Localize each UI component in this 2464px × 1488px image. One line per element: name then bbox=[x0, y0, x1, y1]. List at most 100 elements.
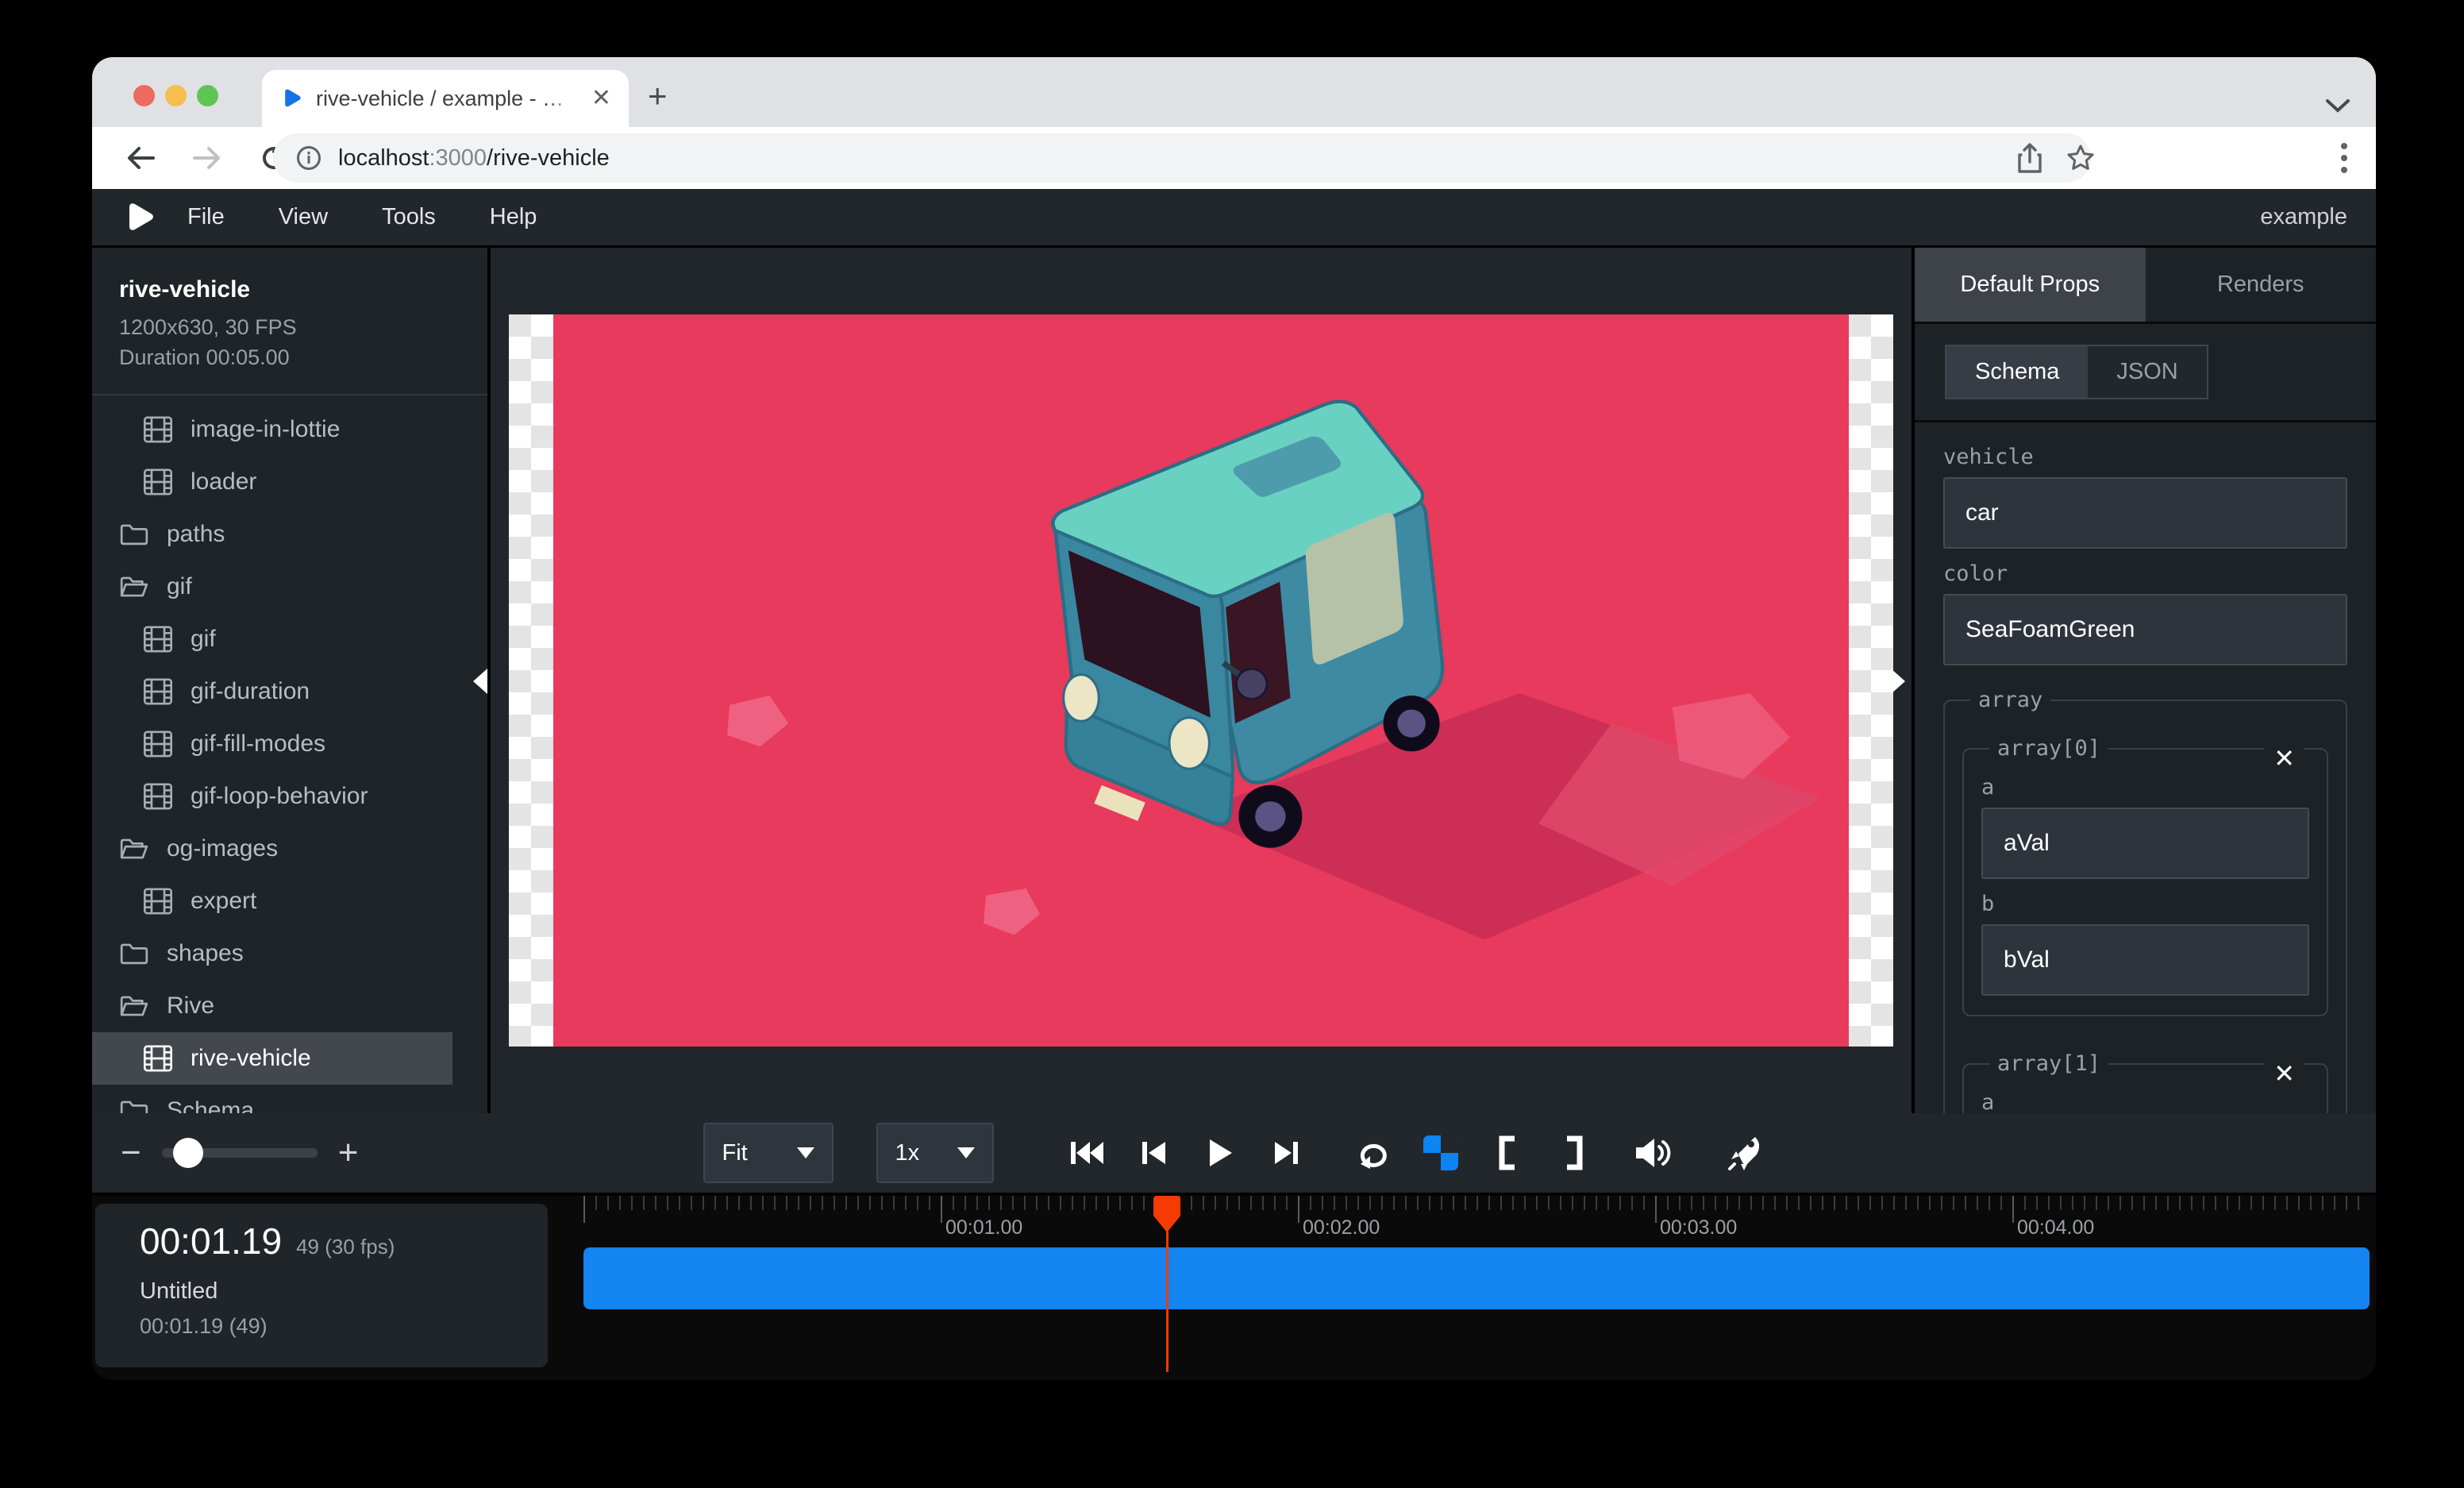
sidebar-item-gif[interactable]: gif bbox=[92, 613, 452, 665]
current-timecode: 00:01.19 bbox=[140, 1220, 282, 1262]
new-tab-button[interactable]: + bbox=[648, 79, 668, 113]
transparency-checkerboard-icon[interactable] bbox=[1419, 1131, 1462, 1174]
sidebar-item-gif-fill-modes[interactable]: gif-fill-modes bbox=[92, 718, 452, 770]
timeline-info-panel: 00:01.1949 (30 fps) Untitled 00:01.19 (4… bbox=[95, 1204, 548, 1367]
vehicle-input[interactable] bbox=[1943, 477, 2347, 549]
film-icon bbox=[143, 731, 173, 757]
color-input[interactable] bbox=[1943, 594, 2347, 665]
sidebar-item-label: image-in-lottie bbox=[191, 416, 340, 443]
close-tab-icon[interactable]: ✕ bbox=[591, 87, 611, 110]
sidebar-item-label: shapes bbox=[167, 940, 244, 967]
star-icon[interactable] bbox=[2062, 140, 2099, 176]
film-icon bbox=[143, 678, 173, 705]
url-bar[interactable]: localhost:3000/rive-vehicle bbox=[273, 133, 2091, 183]
playhead-pin[interactable] bbox=[1153, 1196, 1180, 1232]
remove-array-item-1-icon[interactable]: ✕ bbox=[2264, 1058, 2304, 1089]
browser-tab[interactable]: rive-vehicle / example - Remot ✕ bbox=[262, 70, 629, 127]
preview-canvas bbox=[491, 248, 1912, 1113]
sidebar-item-loader[interactable]: loader bbox=[92, 456, 452, 508]
zoom-in-icon[interactable]: + bbox=[338, 1135, 359, 1170]
out-point-icon[interactable] bbox=[1553, 1131, 1596, 1174]
zoom-slider-knob[interactable] bbox=[173, 1138, 203, 1168]
chevron-down-icon bbox=[797, 1147, 814, 1158]
zoom-slider[interactable] bbox=[162, 1148, 318, 1158]
playback-controls: Fit 1x bbox=[703, 1123, 1765, 1183]
overflow-menu-icon[interactable] bbox=[2326, 140, 2362, 176]
tab-strip-chevron-icon[interactable] bbox=[2324, 97, 2351, 114]
sidebar-folder-rive[interactable]: Rive bbox=[92, 980, 452, 1032]
remotion-logo-icon[interactable] bbox=[121, 199, 157, 236]
collapse-props-icon[interactable] bbox=[1891, 669, 1905, 694]
playback-toolbar: − + Fit 1x bbox=[92, 1113, 2376, 1196]
remotion-favicon-icon bbox=[279, 87, 303, 110]
browser-toolbar: localhost:3000/rive-vehicle bbox=[92, 127, 2376, 189]
loop-icon[interactable] bbox=[1353, 1131, 1396, 1174]
sidebar-item-rive-vehicle[interactable]: rive-vehicle bbox=[92, 1032, 452, 1085]
toggle-schema[interactable]: Schema bbox=[1946, 346, 2088, 398]
playback-speed-dropdown[interactable]: 1x bbox=[876, 1123, 994, 1183]
menu-view[interactable]: View bbox=[255, 204, 352, 230]
sidebar-item-label: Schema bbox=[167, 1097, 254, 1113]
array-0-b-input[interactable] bbox=[1981, 924, 2309, 996]
track-duration: 00:01.19 (49) bbox=[140, 1314, 503, 1339]
sidebar-item-gif-loop-behavior[interactable]: gif-loop-behavior bbox=[92, 770, 452, 823]
jump-to-start-icon[interactable] bbox=[1065, 1131, 1108, 1174]
close-window-button[interactable] bbox=[133, 85, 155, 106]
previous-frame-icon[interactable] bbox=[1132, 1131, 1175, 1174]
sidebar-item-label: expert bbox=[191, 888, 256, 915]
remove-array-item-0-icon[interactable]: ✕ bbox=[2264, 743, 2304, 773]
tab-default-props[interactable]: Default Props bbox=[1915, 248, 2146, 322]
timeline-ruler[interactable] bbox=[583, 1196, 2370, 1210]
field-label-color: color bbox=[1943, 561, 2347, 586]
folder-open-icon bbox=[119, 836, 149, 862]
volume-icon[interactable] bbox=[1632, 1131, 1675, 1174]
in-point-icon[interactable] bbox=[1486, 1131, 1529, 1174]
forward-icon[interactable] bbox=[189, 140, 225, 176]
film-icon bbox=[143, 468, 173, 495]
sidebar-item-image-in-lottie[interactable]: image-in-lottie bbox=[92, 403, 452, 456]
render-rocket-icon[interactable] bbox=[1723, 1131, 1765, 1174]
zoom-out-icon[interactable]: − bbox=[121, 1135, 141, 1170]
playback-speed-value: 1x bbox=[895, 1140, 920, 1166]
ruler-label: 00:03.00 bbox=[1660, 1216, 1737, 1239]
next-frame-icon[interactable] bbox=[1265, 1131, 1308, 1174]
menu-file[interactable]: File bbox=[164, 204, 248, 230]
sidebar-folder-schema[interactable]: Schema bbox=[92, 1085, 452, 1113]
transparency-checkerboard-right bbox=[1849, 314, 1893, 1047]
playhead[interactable] bbox=[1153, 1196, 1180, 1372]
timeline-track-bar[interactable] bbox=[583, 1247, 2370, 1309]
sidebar-item-expert[interactable]: expert bbox=[92, 875, 452, 927]
sidebar-folder-gif[interactable]: gif bbox=[92, 561, 452, 613]
ruler-label: 00:04.00 bbox=[2017, 1216, 2094, 1239]
track-name: Untitled bbox=[140, 1278, 503, 1305]
tab-renders[interactable]: Renders bbox=[2146, 248, 2377, 322]
sidebar-item-label: Rive bbox=[167, 993, 214, 1020]
field-label-a: a bbox=[1981, 775, 2309, 800]
array-0-a-input[interactable] bbox=[1981, 808, 2309, 879]
timeline-tracks[interactable]: 00:01.00 00:02.00 00:03.00 00:04.00 bbox=[583, 1196, 2370, 1380]
info-icon[interactable] bbox=[295, 145, 322, 172]
share-icon[interactable] bbox=[2012, 140, 2048, 176]
tab-title: rive-vehicle / example - Remot bbox=[316, 87, 579, 111]
sidebar-item-gif-duration[interactable]: gif-duration bbox=[92, 665, 452, 718]
play-icon[interactable] bbox=[1199, 1131, 1242, 1174]
array-item-0-label: array[0] bbox=[1989, 736, 2108, 761]
sidebar-folder-shapes[interactable]: shapes bbox=[92, 927, 452, 980]
props-panel: Default Props Renders Schema JSON vehicl… bbox=[1912, 248, 2376, 1113]
sidebar-folder-og-images[interactable]: og-images bbox=[92, 823, 452, 875]
menu-tools[interactable]: Tools bbox=[358, 204, 460, 230]
back-icon[interactable] bbox=[122, 140, 159, 176]
schema-json-toggle: Schema JSON bbox=[1945, 345, 2208, 399]
minimize-window-button[interactable] bbox=[165, 85, 187, 106]
canvas-size-dropdown[interactable]: Fit bbox=[703, 1123, 834, 1183]
film-icon bbox=[143, 626, 173, 653]
sidebar-folder-paths[interactable]: paths bbox=[92, 508, 452, 561]
collapse-sidebar-icon[interactable] bbox=[473, 669, 487, 694]
canvas-zoom-control: − + bbox=[121, 1135, 358, 1170]
field-label-a: a bbox=[1981, 1090, 2309, 1113]
toggle-json[interactable]: JSON bbox=[2088, 346, 2206, 398]
zoom-window-button[interactable] bbox=[197, 85, 218, 106]
folder-icon bbox=[119, 522, 149, 547]
menu-help[interactable]: Help bbox=[466, 204, 561, 230]
chevron-down-icon bbox=[957, 1147, 975, 1158]
